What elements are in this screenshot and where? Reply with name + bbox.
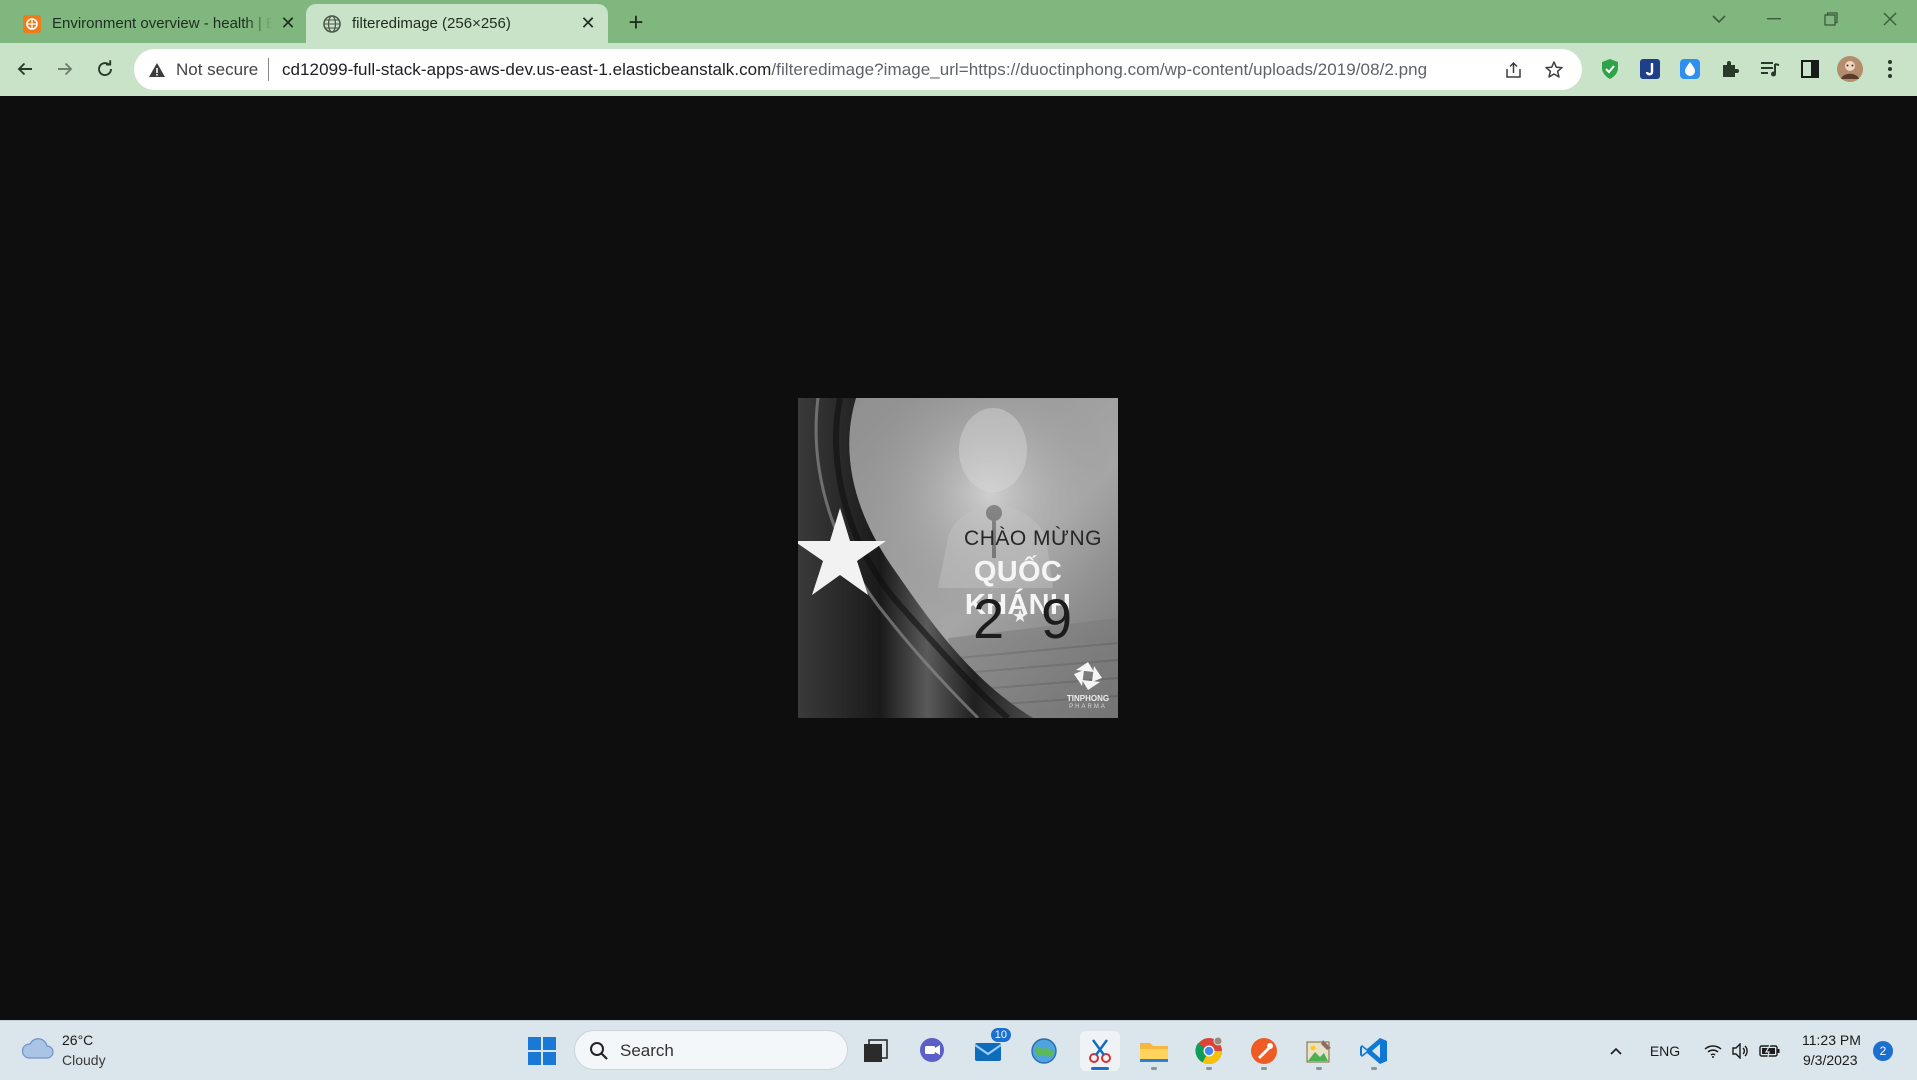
network-globe-icon	[1031, 1038, 1057, 1064]
tab-filteredimage[interactable]: filteredimage (256×256) ✕	[306, 4, 608, 43]
search-icon	[589, 1041, 609, 1066]
postman-icon	[1251, 1038, 1277, 1064]
warning-icon[interactable]	[148, 61, 166, 79]
show-hidden-icons-chevron-icon[interactable]	[1603, 1021, 1629, 1080]
search-label: Search	[620, 1041, 674, 1060]
network-globe-button[interactable]	[1024, 1031, 1064, 1071]
puzzle-extensions-icon[interactable]	[1716, 55, 1744, 83]
vscode-icon	[1360, 1038, 1387, 1064]
clock-date: 9/3/2023	[1803, 1052, 1858, 1068]
teams-chat-icon	[920, 1038, 944, 1062]
running-indicator	[1261, 1067, 1267, 1070]
shield-extension-icon[interactable]	[1596, 55, 1624, 83]
browser-toolbar: Not secure cd12099-full-stack-apps-aws-d…	[0, 43, 1917, 96]
teams-chat-button[interactable]	[912, 1031, 952, 1071]
droplet-extension-icon[interactable]	[1676, 55, 1704, 83]
taskbar-search[interactable]: Search	[574, 1030, 848, 1070]
vscode-button[interactable]	[1354, 1031, 1394, 1071]
close-window-icon[interactable]	[1867, 2, 1913, 36]
chrome-button[interactable]	[1189, 1031, 1229, 1071]
back-button[interactable]	[9, 53, 41, 85]
forward-button[interactable]	[49, 53, 81, 85]
security-label[interactable]: Not secure	[176, 60, 258, 80]
share-icon[interactable]	[1502, 58, 1526, 82]
page-viewport: CHÀO MỪNG QUỐC KHÁNH 2 9 TINPHONG PHARMA	[0, 96, 1917, 1020]
image-text-day: 2	[973, 587, 1005, 650]
language-indicator[interactable]: ENG	[1646, 1021, 1684, 1080]
battery-icon[interactable]	[1755, 1021, 1785, 1080]
notification-badge[interactable]: 2	[1873, 1041, 1893, 1061]
media-queue-icon[interactable]	[1756, 55, 1784, 83]
url-text[interactable]: cd12099-full-stack-apps-aws-dev.us-east-…	[282, 60, 1427, 80]
tab-strip: Environment overview - health | E ✕ filt…	[0, 0, 1917, 43]
url-host: cd12099-full-stack-apps-aws-dev.us-east-…	[282, 60, 772, 79]
minimize-icon[interactable]	[1751, 2, 1797, 36]
mail-badge: 10	[989, 1027, 1012, 1043]
restore-icon[interactable]	[1808, 2, 1854, 36]
photo-editor-button[interactable]	[1299, 1031, 1339, 1071]
task-view-icon	[864, 1039, 888, 1062]
tab-environment-overview[interactable]: Environment overview - health | E ✕	[14, 4, 304, 43]
globe-icon	[322, 14, 342, 34]
chrome-icon	[1195, 1036, 1223, 1065]
filtered-image[interactable]: CHÀO MỪNG QUỐC KHÁNH 2 9 TINPHONG PHARMA	[798, 398, 1118, 718]
image-logo-subtext: PHARMA	[1069, 704, 1107, 710]
arrow-left-icon	[17, 62, 32, 76]
reload-button[interactable]	[89, 53, 121, 85]
image-text-line1: CHÀO MỪNG	[964, 527, 1102, 550]
tab-title: Environment overview - health | E	[52, 15, 272, 32]
running-indicator	[1371, 1067, 1377, 1070]
aws-elastic-beanstalk-icon	[22, 14, 42, 34]
snipping-tool-button[interactable]	[1080, 1031, 1120, 1071]
weather-desc: Cloudy	[62, 1052, 106, 1068]
file-explorer-icon	[1140, 1043, 1168, 1062]
close-tab-icon[interactable]: ✕	[578, 13, 598, 34]
taskbar: 26°C Cloudy Search 10 ENG 11:23 PM 9/3/2…	[0, 1020, 1917, 1080]
mail-button[interactable]: 10	[968, 1027, 1012, 1071]
new-tab-button[interactable]: +	[622, 7, 650, 37]
start-icon	[528, 1037, 556, 1065]
j-extension-icon[interactable]	[1636, 55, 1664, 83]
file-explorer-button[interactable]	[1134, 1031, 1174, 1071]
active-indicator	[1091, 1067, 1109, 1070]
reload-icon	[98, 60, 112, 77]
arrow-right-icon	[58, 62, 73, 76]
postman-button[interactable]	[1244, 1031, 1284, 1071]
tab-search-chevron-icon[interactable]	[1696, 2, 1742, 36]
address-bar[interactable]: Not secure cd12099-full-stack-apps-aws-d…	[134, 49, 1582, 90]
url-path: /filteredimage?image_url=https://duoctin…	[771, 60, 1428, 79]
tab-title: filteredimage (256×256)	[352, 15, 511, 32]
start-button[interactable]	[522, 1031, 562, 1071]
weather-temp: 26°C	[62, 1032, 94, 1048]
running-indicator	[1206, 1067, 1212, 1070]
snipping-tool-icon	[1089, 1039, 1111, 1063]
small-star-icon	[1013, 609, 1027, 623]
wifi-icon[interactable]	[1700, 1021, 1726, 1080]
weather-widget[interactable]: 26°C Cloudy	[14, 1021, 124, 1080]
task-view-button[interactable]	[856, 1031, 896, 1071]
volume-icon[interactable]	[1727, 1021, 1753, 1080]
running-indicator	[1151, 1067, 1157, 1070]
image-logo-text: TINPHONG	[1066, 694, 1110, 703]
menu-kebab-icon[interactable]	[1876, 55, 1904, 83]
clock-time: 11:23 PM	[1802, 1032, 1861, 1048]
close-tab-icon[interactable]: ✕	[278, 13, 298, 34]
profile-avatar[interactable]	[1836, 55, 1864, 83]
cloud-icon	[20, 1036, 54, 1065]
image-text-month: 9	[1041, 587, 1073, 650]
address-divider	[268, 58, 269, 81]
bookmark-star-icon[interactable]	[1542, 58, 1566, 82]
side-panel-icon[interactable]	[1796, 55, 1824, 83]
photo-editor-icon	[1306, 1040, 1331, 1063]
running-indicator	[1316, 1067, 1322, 1070]
